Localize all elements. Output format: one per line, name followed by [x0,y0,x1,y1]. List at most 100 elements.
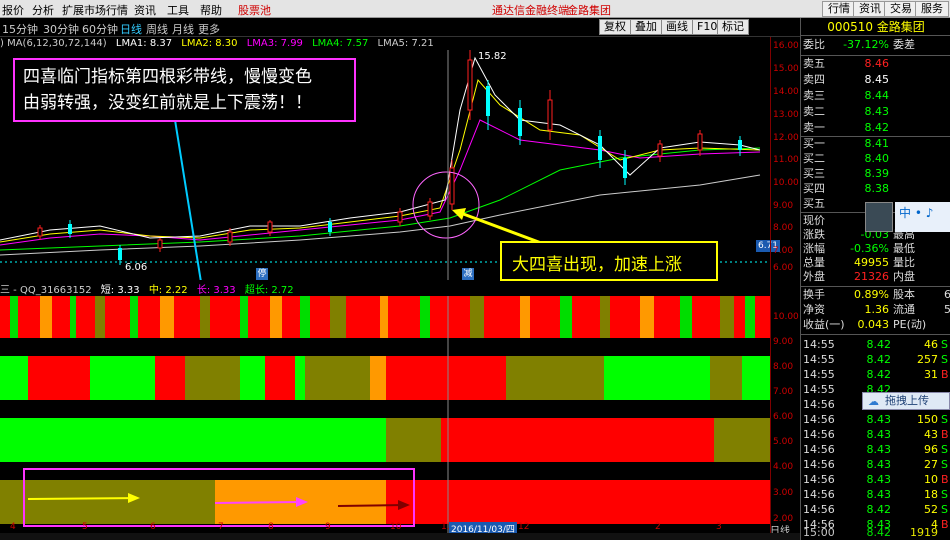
avatar[interactable] [865,202,893,232]
stat-row: 涨幅 -0.36% 最低 [801,242,950,256]
menu-item-news[interactable]: 资讯 [134,2,156,18]
tick-row: 14:56 8.43 150 S [801,413,950,427]
buy-label: 买三 [803,167,825,180]
ytick: 7.00 [773,387,794,397]
stat-row: 外盘 21326 内盘 [801,270,950,284]
xtick: 8 [268,522,274,532]
ribbon-band-2 [0,356,770,400]
annotation-breakout-note: 大四喜出现，加速上涨 [500,241,718,281]
buy-row: 买一 8.41 [801,137,950,151]
btn-service[interactable]: 服务 [915,1,949,17]
qq-icon: 中 • ♪ [899,206,934,220]
tick-price: 8.43 [866,413,892,426]
ytick: 10.00 [773,178,799,188]
sell-row: 卖一 8.42 [801,121,950,135]
tick-flag: S [941,353,948,366]
buy-price: 8.39 [864,167,890,180]
tick-row: 14:56 8.43 27 S [801,458,950,472]
stat2-value: 1.36 [864,303,890,316]
tick-time: 14:55 [803,383,835,396]
ma-legend-lma5: LMA5: 7.21 [377,38,434,49]
xtick: 3 [716,522,722,532]
tick-price: 8.42 [866,526,892,539]
menu-item-analysis[interactable]: 分析 [32,2,54,18]
tick-time: 14:56 [803,443,835,456]
weicha-label: 委差 [893,38,915,51]
weibi-value: -37.12% [843,38,889,51]
buy-price: 8.41 [864,137,890,150]
menu-item-quote[interactable]: 报价 [2,2,24,18]
ytick: 7.00 [773,246,794,256]
ribbon-indicator[interactable] [0,296,770,536]
stock-name-title: 金路集团 [567,4,611,17]
menu-item-extended-market[interactable]: 扩展市场行情 [62,2,128,18]
menu-item-help[interactable]: 帮助 [200,2,222,18]
period-more[interactable]: 更多 [198,21,220,37]
btn-overlay[interactable]: 叠加 [630,19,662,35]
indicator-short: 短: 3.33 [100,285,140,296]
period-15min[interactable]: 15分钟 [2,21,38,37]
status-bar [0,533,800,540]
btn-trade[interactable]: 交易 [884,1,918,17]
stat2-label2: PE(动) [893,318,927,331]
terminal-name: 通达信金融终端 [492,4,569,17]
buy-row: 买二 8.40 [801,152,950,166]
btn-market[interactable]: 行情 [822,1,856,17]
upload-button[interactable]: ☁ 拖拽上传 [862,392,950,410]
stat2-row: 净资 1.36 流通 5 [801,303,950,317]
tick-qty: 27 [924,458,938,471]
tick-flag: B [941,368,949,381]
tick-qty: 31 [924,368,938,381]
stat-value: -0.36% [850,242,889,255]
upload-label: 拖拽上传 [885,394,929,407]
tick-qty: 46 [924,338,938,351]
sell-price: 8.44 [864,89,890,102]
tick-time: 14:55 [803,353,835,366]
stat-label2: 量比 [893,256,915,269]
tick-price: 8.43 [866,458,892,471]
xtick: 5 [82,522,88,532]
period-daily[interactable]: 日线 [120,21,142,37]
ytick: 16.00 [773,41,799,51]
stat-value: 21326 [854,270,889,283]
ytick: 13.00 [773,110,799,120]
stat2-value2: 5 [944,303,950,316]
tick-time: 15:00 [803,526,835,539]
indicator-super: 超长: 2.72 [244,285,294,296]
stat2-label: 净资 [803,303,825,316]
indicator-legend: 三 - QQ_31663152 短: 3.33 中: 2.22 长: 3.33 … [0,281,294,296]
period-monthly[interactable]: 月线 [172,21,194,37]
annotation-line-2: 由弱转强，没变红前就是上下震荡！！ [23,93,312,113]
stat2-row: 换手 0.89% 股本 6 [801,288,950,302]
period-weekly[interactable]: 周线 [146,21,168,37]
tick-flag: S [941,413,948,426]
sell-row: 卖四 8.45 [801,73,950,87]
period-30min[interactable]: 30分钟 [43,21,79,37]
tick-time: 14:55 [803,338,835,351]
tick-qty: 257 [917,353,938,366]
ytick: 10.00 [773,312,799,322]
btn-draw[interactable]: 画线 [661,19,693,35]
ytick: 11.00 [773,155,799,165]
sell-label: 卖四 [803,73,825,86]
sell-label: 卖五 [803,57,825,70]
tick-qty: 1919 [910,526,938,539]
menu-item-stock-pool[interactable]: 股票池 [238,2,271,18]
tick-price: 8.42 [866,338,892,351]
ma-legend-lma2: LMA2: 8.30 [181,38,238,49]
tick-qty: 10 [924,473,938,486]
marker-suspend: 停 [256,268,268,280]
label-low: 6.06 [125,262,148,273]
qq-status-widget[interactable]: 中 • ♪ [895,202,950,232]
btn-adjust[interactable]: 复权 [599,19,631,35]
buy-price: 8.40 [864,152,890,165]
ytick: 15.00 [773,64,799,74]
btn-mark[interactable]: 标记 [717,19,749,35]
menu-item-tools[interactable]: 工具 [167,2,189,18]
stat-label: 现价 [803,214,825,227]
btn-info[interactable]: 资讯 [853,1,887,17]
stat2-label2: 流通 [893,303,915,316]
tick-row: 14:56 8.43 18 S [801,488,950,502]
tick-row: 14:55 8.42 257 S [801,353,950,367]
period-60min[interactable]: 60分钟 [82,21,118,37]
